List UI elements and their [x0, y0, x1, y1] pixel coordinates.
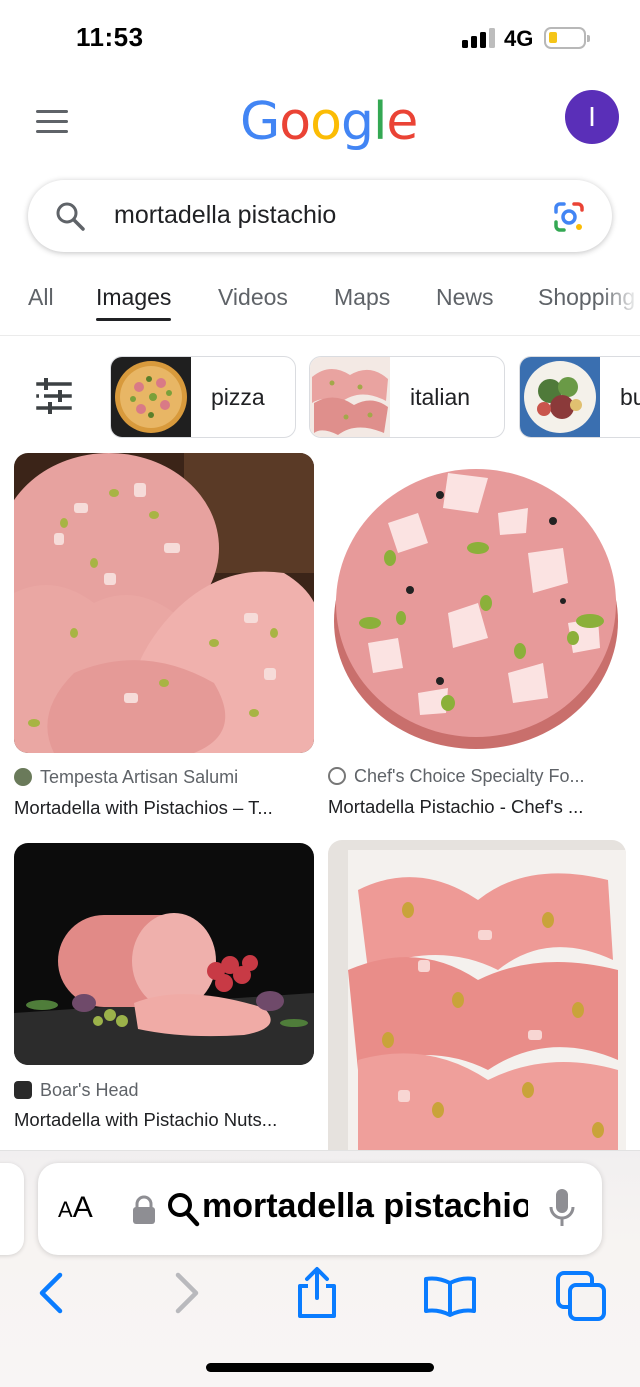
result-source-2[interactable]: Chef's Choice Specialty Fo...	[328, 766, 585, 787]
google-logo[interactable]: Google	[240, 92, 418, 152]
hamburger-menu-icon[interactable]	[36, 110, 68, 134]
microphone-icon[interactable]	[548, 1187, 576, 1229]
share-icon[interactable]	[294, 1266, 340, 1320]
search-query[interactable]: mortadella pistachio	[114, 201, 336, 230]
site-favicon	[14, 1081, 32, 1099]
previous-tab-peek[interactable]	[0, 1163, 24, 1255]
tab-images-label: Images	[96, 284, 172, 310]
home-indicator	[206, 1363, 434, 1372]
result-image-1[interactable]	[14, 453, 314, 753]
site-favicon	[328, 767, 346, 785]
google-lens-icon[interactable]	[552, 200, 586, 234]
search-box[interactable]: mortadella pistachio	[28, 180, 612, 252]
chip-label: pizza	[211, 384, 265, 410]
status-bar: 11:53 4G	[0, 0, 640, 80]
cellular-signal-icon	[462, 28, 496, 48]
salad-thumbnail	[520, 357, 600, 437]
filter-tune-icon[interactable]	[36, 378, 72, 414]
network-type: 4G	[504, 26, 534, 51]
active-tab-indicator	[96, 318, 172, 321]
pizza-thumbnail	[111, 357, 191, 437]
italian-mortadella-thumbnail	[310, 357, 390, 437]
account-avatar[interactable]: I	[565, 90, 619, 144]
tab-videos[interactable]: Videos	[218, 284, 288, 311]
lock-icon	[133, 1195, 155, 1224]
result-title-2[interactable]: Mortadella Pistachio - Chef's ...	[328, 796, 583, 818]
address-bar[interactable]: AA mortadella pistachio	[38, 1163, 602, 1255]
search-icon	[168, 1193, 200, 1227]
search-tabs: All Images Videos Maps News Shopping	[0, 270, 640, 336]
site-favicon	[14, 768, 32, 786]
chip-label: bu	[620, 384, 640, 410]
safari-toolbar: AA mortadella pistachio	[0, 1150, 640, 1387]
back-icon[interactable]	[36, 1271, 66, 1315]
chip-pizza[interactable]: pizza	[110, 356, 296, 438]
tab-news[interactable]: News	[436, 284, 494, 311]
tab-all[interactable]: All	[28, 284, 54, 311]
bookmarks-icon[interactable]	[422, 1275, 478, 1317]
result-title-1[interactable]: Mortadella with Pistachios – T...	[14, 797, 273, 819]
search-icon	[56, 202, 85, 231]
chip-bu[interactable]: bu	[519, 356, 640, 438]
status-time: 11:53	[76, 22, 144, 52]
result-source-3[interactable]: Boar's Head	[14, 1080, 139, 1101]
tabs-icon[interactable]	[556, 1271, 608, 1323]
result-title-3[interactable]: Mortadella with Pistachio Nuts...	[14, 1109, 277, 1131]
address-text[interactable]: mortadella pistachio	[202, 1187, 528, 1226]
result-source-1[interactable]: Tempesta Artisan Salumi	[14, 767, 238, 788]
tab-images[interactable]: Images	[96, 284, 172, 321]
tab-maps[interactable]: Maps	[334, 284, 390, 311]
result-image-3[interactable]	[14, 843, 314, 1065]
result-image-4[interactable]	[328, 840, 626, 1152]
chip-italian[interactable]: italian	[309, 356, 505, 438]
text-size-button[interactable]: AA	[58, 1191, 93, 1225]
result-image-2[interactable]	[328, 453, 626, 751]
battery-icon	[544, 27, 590, 49]
chip-label: italian	[410, 384, 471, 410]
forward-icon[interactable]	[172, 1271, 202, 1315]
